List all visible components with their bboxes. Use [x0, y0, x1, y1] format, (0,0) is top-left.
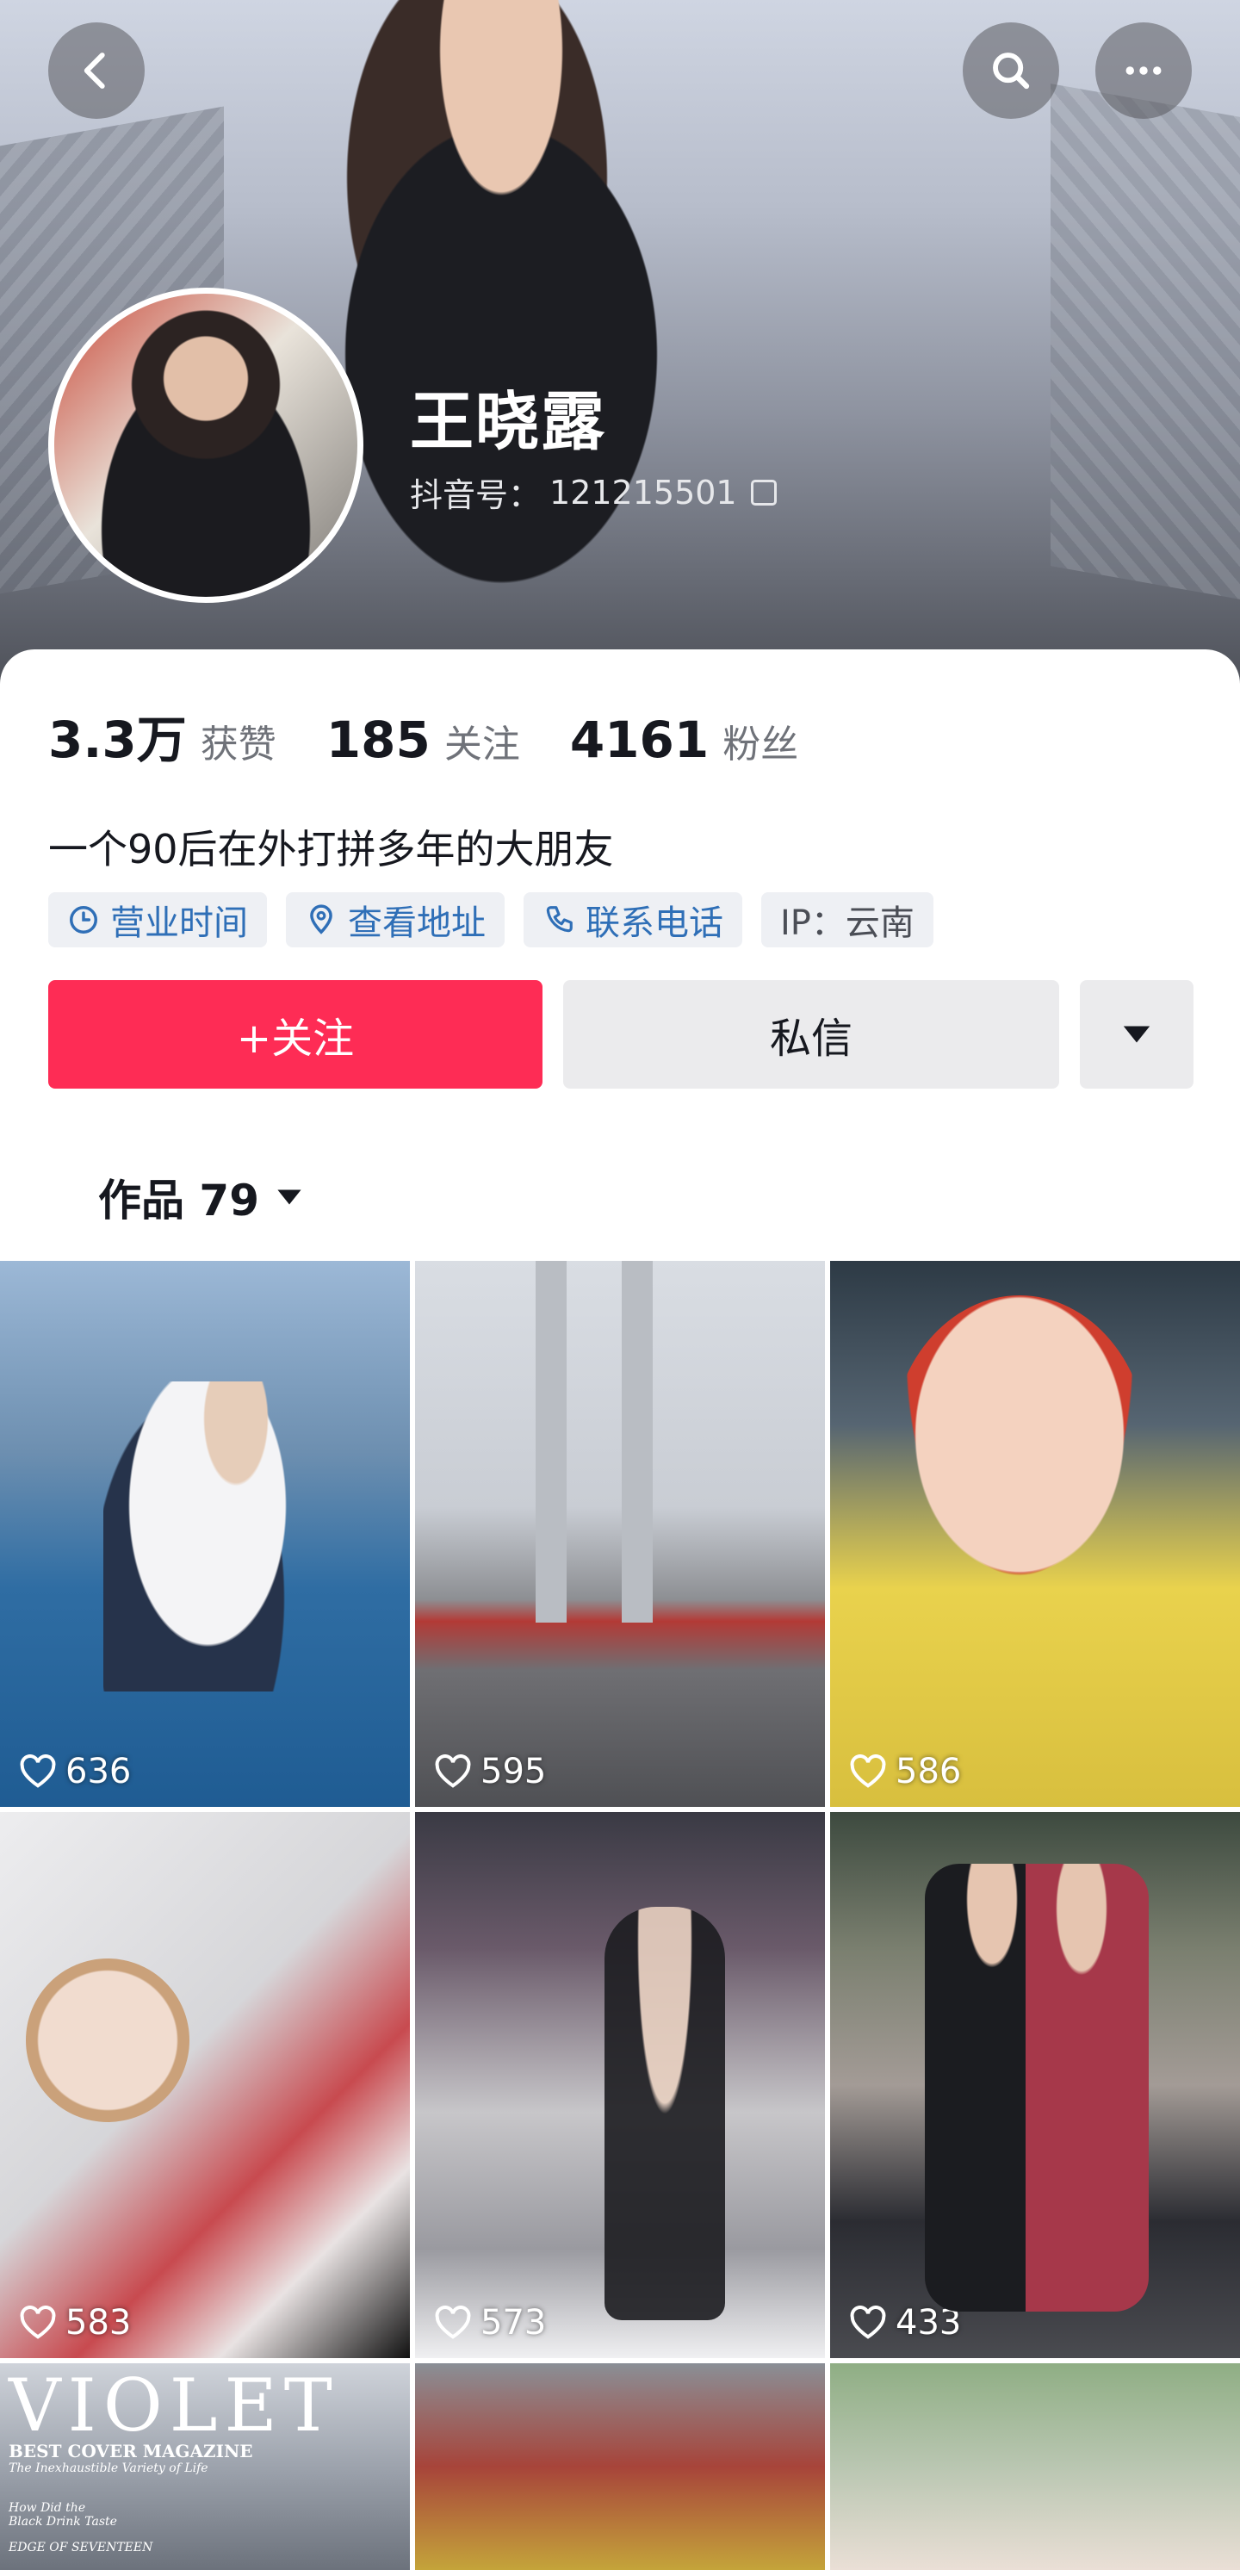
stat-following[interactable]: 185 关注	[326, 711, 520, 769]
caret-down-icon	[1123, 1026, 1150, 1043]
heart-icon	[20, 2306, 56, 2339]
tag-business-hours-label: 营业时间	[110, 903, 248, 943]
magazine-line: The Inexhaustible Variety of Life	[9, 2461, 208, 2475]
profile-uid[interactable]: 抖音号： 121215501	[410, 469, 777, 516]
profile-bio: 一个90后在外打拼多年的大朋友	[48, 826, 614, 872]
like-count-value: 433	[896, 2303, 962, 2343]
copy-icon[interactable]	[750, 479, 777, 506]
magazine-line: Black Drink Taste	[9, 2515, 117, 2529]
stat-followers[interactable]: 4161 粉丝	[570, 711, 798, 769]
magazine-line: How Did the	[9, 2501, 86, 2515]
tag-row: 营业时间 查看地址 联系电话 IP：云南	[48, 892, 933, 947]
tag-business-hours[interactable]: 营业时间	[48, 892, 267, 947]
tag-phone-label: 联系电话	[586, 903, 723, 943]
video-tile[interactable]	[415, 2363, 825, 2570]
heart-icon	[435, 2306, 471, 2339]
tab-works-count: 79	[199, 1176, 260, 1226]
like-count: 573	[434, 2303, 546, 2343]
video-tile[interactable]	[830, 2363, 1240, 2570]
stat-following-label: 关注	[443, 723, 520, 767]
stat-likes[interactable]: 3.3万 获赞	[48, 699, 276, 772]
back-icon	[84, 53, 105, 89]
avatar[interactable]	[48, 288, 363, 603]
like-count: 586	[849, 1752, 961, 1791]
heart-icon	[850, 1754, 886, 1788]
video-tile[interactable]: 586	[830, 1261, 1240, 1807]
like-count-value: 636	[65, 1752, 132, 1791]
search-icon	[993, 53, 1030, 90]
message-button[interactable]: 私信	[563, 980, 1059, 1089]
back-button[interactable]	[48, 22, 145, 119]
magazine-title: VIOLET	[9, 2363, 339, 2448]
tab-works[interactable]: 作品 79	[98, 1166, 304, 1228]
search-button[interactable]	[963, 22, 1059, 119]
tag-ip-label: IP：云南	[780, 903, 914, 943]
location-icon	[310, 904, 332, 934]
video-tile[interactable]: 636	[0, 1261, 410, 1807]
recommend-dropdown-button[interactable]	[1080, 980, 1194, 1089]
phone-icon	[546, 906, 573, 933]
heart-icon	[20, 1754, 56, 1788]
video-tile[interactable]: 573	[415, 1812, 825, 2358]
stat-likes-label: 获赞	[200, 723, 276, 767]
uid-value: 121215501	[549, 473, 737, 512]
video-tile[interactable]: VIOLET BEST COVER MAGAZINE The Inexhaust…	[0, 2363, 410, 2570]
banner-photo	[284, 0, 766, 672]
tab-works-label: 作品 79	[98, 1176, 260, 1226]
banner-architecture-right	[1051, 84, 1240, 605]
tag-address-label: 查看地址	[348, 903, 486, 943]
heart-icon	[435, 1754, 471, 1788]
like-count: 636	[19, 1752, 131, 1791]
stat-followers-value: 4161	[569, 711, 710, 769]
stats-row: 3.3万 获赞 185 关注 4161 粉丝	[48, 699, 848, 772]
like-count-value: 583	[65, 2303, 132, 2343]
like-count-value: 586	[896, 1752, 962, 1791]
like-count: 583	[19, 2303, 131, 2343]
heart-icon	[850, 2306, 886, 2339]
tag-address[interactable]: 查看地址	[286, 892, 505, 947]
tag-ip-location: IP：云南	[761, 892, 933, 947]
follow-button[interactable]: +关注	[48, 980, 542, 1089]
action-row: +关注 私信	[48, 980, 1194, 1089]
magazine-line: EDGE OF SEVENTEEN	[9, 2541, 153, 2554]
caret-down-icon	[277, 1189, 301, 1205]
like-count-value: 573	[480, 2303, 547, 2343]
tag-phone[interactable]: 联系电话	[524, 892, 742, 947]
stat-followers-label: 粉丝	[722, 723, 799, 767]
video-tile[interactable]: 583	[0, 1812, 410, 2358]
like-count: 595	[434, 1752, 546, 1791]
magazine-cover-text: VIOLET BEST COVER MAGAZINE The Inexhaust…	[9, 2363, 339, 2554]
like-count-value: 595	[480, 1752, 547, 1791]
video-tile[interactable]: 433	[830, 1812, 1240, 2358]
profile-name: 王晓露	[410, 385, 606, 459]
like-count: 433	[849, 2303, 961, 2343]
video-grid: 636 595 586 583 573 433 VIOLET BEST COVE…	[0, 1261, 1240, 2570]
more-icon	[1125, 66, 1162, 75]
video-tile[interactable]: 595	[415, 1261, 825, 1807]
more-button[interactable]	[1095, 22, 1192, 119]
uid-label: 抖音号：	[410, 476, 542, 514]
stat-likes-value: 3.3万	[48, 711, 187, 769]
stat-following-value: 185	[326, 711, 431, 769]
clock-icon	[70, 906, 97, 934]
